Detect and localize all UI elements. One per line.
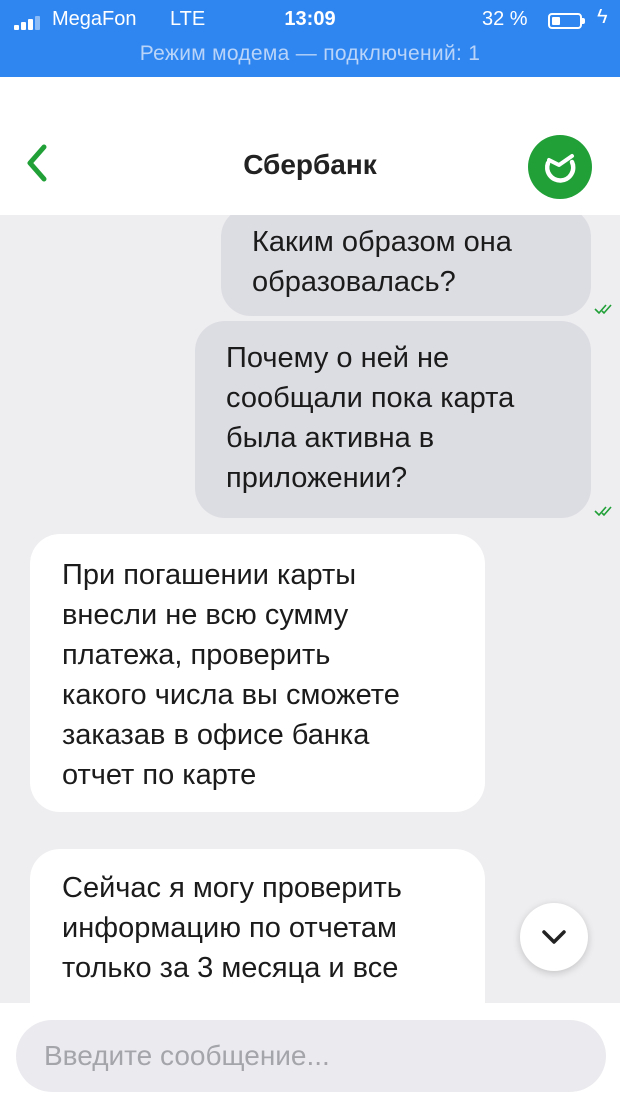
message-line: Почему о ней не: [226, 342, 450, 374]
read-receipt-icon: [594, 304, 612, 315]
message-composer: [0, 1003, 620, 1100]
battery-icon: [548, 13, 585, 29]
message-line: платежа, проверить: [62, 639, 331, 671]
scroll-to-bottom-button[interactable]: [520, 903, 588, 971]
message-line: Каким образом она: [252, 226, 512, 258]
message-incoming[interactable]: Сейчас я могу проверить информацию по от…: [30, 849, 485, 1003]
message-list[interactable]: Каким образом она образовалась? Почему о…: [0, 215, 620, 1003]
message-line: информацию по отчетам: [62, 912, 397, 944]
page-title: Сбербанк: [243, 149, 377, 180]
message-outgoing[interactable]: Почему о ней не сообщали пока карта была…: [195, 321, 591, 518]
message-line: образовалась?: [252, 266, 456, 298]
message-line: приложении?: [226, 462, 408, 494]
message-line: была активна в: [226, 422, 435, 454]
message-line: При погашении карты: [62, 559, 357, 591]
status-bar: MegaFon LTE 13:09 32 % ϟ Режим модема — …: [0, 0, 620, 77]
message-line: сообщали пока карта: [226, 382, 515, 414]
message-line: внесли не всю сумму: [62, 599, 349, 631]
chat-header: Сбербанк: [0, 77, 620, 215]
charging-icon: ϟ: [597, 6, 608, 28]
chevron-down-icon: [542, 930, 566, 944]
message-incoming[interactable]: При погашении карты внесли не всю сумму …: [30, 534, 485, 812]
message-line: Сейчас я могу проверить: [62, 872, 402, 904]
message-line: какого числа вы сможете: [62, 679, 400, 711]
sberbank-logo-icon[interactable]: [528, 135, 592, 199]
read-receipt-icon: [594, 506, 612, 517]
message-outgoing[interactable]: Каким образом она образовалась?: [221, 215, 591, 316]
message-line: только за 3 месяца и все: [62, 952, 399, 984]
message-line: отчет по карте: [62, 759, 257, 791]
message-line: заказав в офисе банка: [62, 719, 370, 751]
battery-percent: 32 %: [482, 8, 528, 30]
hotspot-banner[interactable]: Режим модема — подключений: 1: [0, 42, 620, 66]
message-input[interactable]: [16, 1020, 606, 1092]
